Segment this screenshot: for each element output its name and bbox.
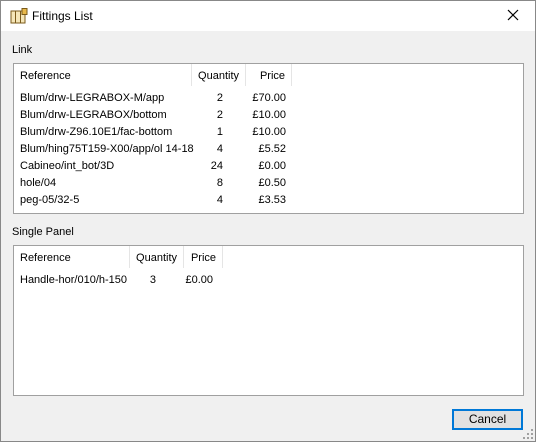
column-header-quantity[interactable]: Quantity (130, 246, 184, 268)
cell-quantity: 4 (216, 143, 223, 155)
cell-price: £0.00 (258, 160, 286, 172)
cell-reference: hole/04 (20, 177, 57, 189)
cell-quantity: 24 (210, 160, 223, 172)
column-header-reference[interactable]: Reference (14, 246, 130, 268)
cell-reference: Handle-hor/010/h-150 (20, 274, 128, 286)
list-item[interactable]: Blum/drw-LEGRABOX-M/app 2 £70.00 (14, 90, 292, 107)
cell-quantity: 2 (216, 92, 223, 104)
fittings-app-icon (10, 8, 28, 24)
list-item[interactable]: Handle-hor/010/h-150 3 £0.00 (14, 272, 219, 289)
cell-price: £0.50 (258, 177, 286, 189)
column-header-quantity[interactable]: Quantity (192, 64, 246, 86)
column-header-reference[interactable]: Reference (14, 64, 192, 86)
cell-quantity: 2 (216, 109, 223, 121)
cell-reference: peg-05/32-5 (20, 194, 80, 206)
cell-price: £0.00 (185, 274, 213, 286)
cell-quantity: 8 (216, 177, 223, 189)
cell-price: £70.00 (252, 92, 286, 104)
cell-reference: Blum/hing75T159-X00/app/ol 14-18 (20, 143, 194, 155)
cell-price: £10.00 (252, 126, 286, 138)
cell-reference: Blum/drw-LEGRABOX-M/app (20, 92, 165, 104)
list-item[interactable]: Cabineo/int_bot/3D 24 £0.00 (14, 158, 292, 175)
link-list-header: Reference Quantity Price (14, 64, 292, 86)
single-panel-group-label: Single Panel (12, 226, 74, 238)
cell-quantity: 4 (216, 194, 223, 206)
window-title: Fittings List (32, 9, 93, 23)
list-item[interactable]: hole/04 8 £0.50 (14, 175, 292, 192)
cell-price: £10.00 (252, 109, 286, 121)
cell-quantity: 3 (149, 274, 156, 286)
close-icon (507, 9, 519, 24)
cell-reference: Blum/drw-Z96.10E1/fac-bottom (20, 126, 173, 138)
cancel-button[interactable]: Cancel (452, 409, 523, 430)
resize-grip-icon[interactable] (523, 429, 533, 439)
list-item[interactable]: peg-05/32-5 4 £3.53 (14, 192, 292, 209)
link-group-label: Link (12, 44, 33, 56)
fittings-list-dialog: Fittings List Link Reference Quantity Pr… (0, 0, 536, 442)
link-list[interactable]: Reference Quantity Price Blum/drw-LEGRAB… (13, 63, 524, 214)
title-bar: Fittings List (1, 1, 535, 31)
cell-reference: Blum/drw-LEGRABOX/bottom (20, 109, 167, 121)
single-panel-list[interactable]: Reference Quantity Price Handle-hor/010/… (13, 245, 524, 396)
column-header-price[interactable]: Price (246, 64, 292, 86)
list-item[interactable]: Blum/hing75T159-X00/app/ol 14-18 4 £5.52 (14, 141, 292, 158)
list-item[interactable]: Blum/drw-LEGRABOX/bottom 2 £10.00 (14, 107, 292, 124)
cell-reference: Cabineo/int_bot/3D (20, 160, 115, 172)
cell-price: £3.53 (258, 194, 286, 206)
cell-quantity: 1 (216, 126, 223, 138)
single-panel-list-header: Reference Quantity Price (14, 246, 223, 268)
close-button[interactable] (491, 1, 535, 31)
list-item[interactable]: Blum/drw-Z96.10E1/fac-bottom 1 £10.00 (14, 124, 292, 141)
column-header-price[interactable]: Price (184, 246, 223, 268)
cell-price: £5.52 (258, 143, 286, 155)
